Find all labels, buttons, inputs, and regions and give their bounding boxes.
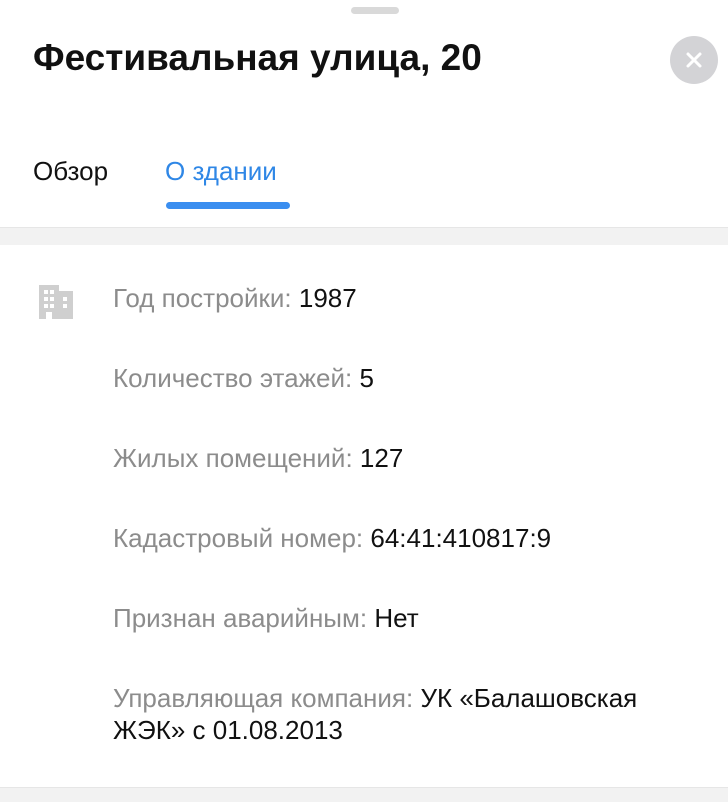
info-row-year-built: Год постройки: 1987 [113,282,357,314]
info-label: Количество этажей: [113,363,353,393]
building-icon [39,285,73,319]
section-divider [0,227,728,245]
info-value: 5 [359,363,374,393]
info-label: Жилых помещений: [113,443,353,473]
info-row-management-company: Управляющая компания: УК «Балашовская ЖЭ… [113,682,703,746]
info-row-residential-units: Жилых помещений: 127 [113,442,403,474]
info-row-emergency-status: Признан аварийным: Нет [113,602,419,634]
drag-handle[interactable] [351,7,399,14]
bottom-divider [0,787,728,802]
info-value: 1987 [298,283,357,313]
active-tab-indicator [166,202,290,209]
info-label: Управляющая компания: [113,683,414,713]
info-value: Нет [374,603,419,633]
info-label: Кадастровый номер: [113,523,364,553]
info-row-cadastral-number: Кадастровый номер: 64:41:410817:9 [113,522,551,554]
close-button[interactable] [670,36,718,84]
tab-overview[interactable]: Обзор [33,155,108,187]
info-label: Год постройки: [113,283,292,313]
info-value: 64:41:410817:9 [370,523,552,553]
info-label: Признан аварийным: [113,603,368,633]
info-row-floors: Количество этажей: 5 [113,362,374,394]
sheet-title: Фестивальная улица, 20 [33,37,482,78]
tab-about-building[interactable]: О здании [165,155,277,187]
info-value: 127 [359,443,404,473]
close-icon [686,52,702,68]
building-info-sheet: Фестивальная улица, 20 Обзор О здании Го… [0,0,728,802]
